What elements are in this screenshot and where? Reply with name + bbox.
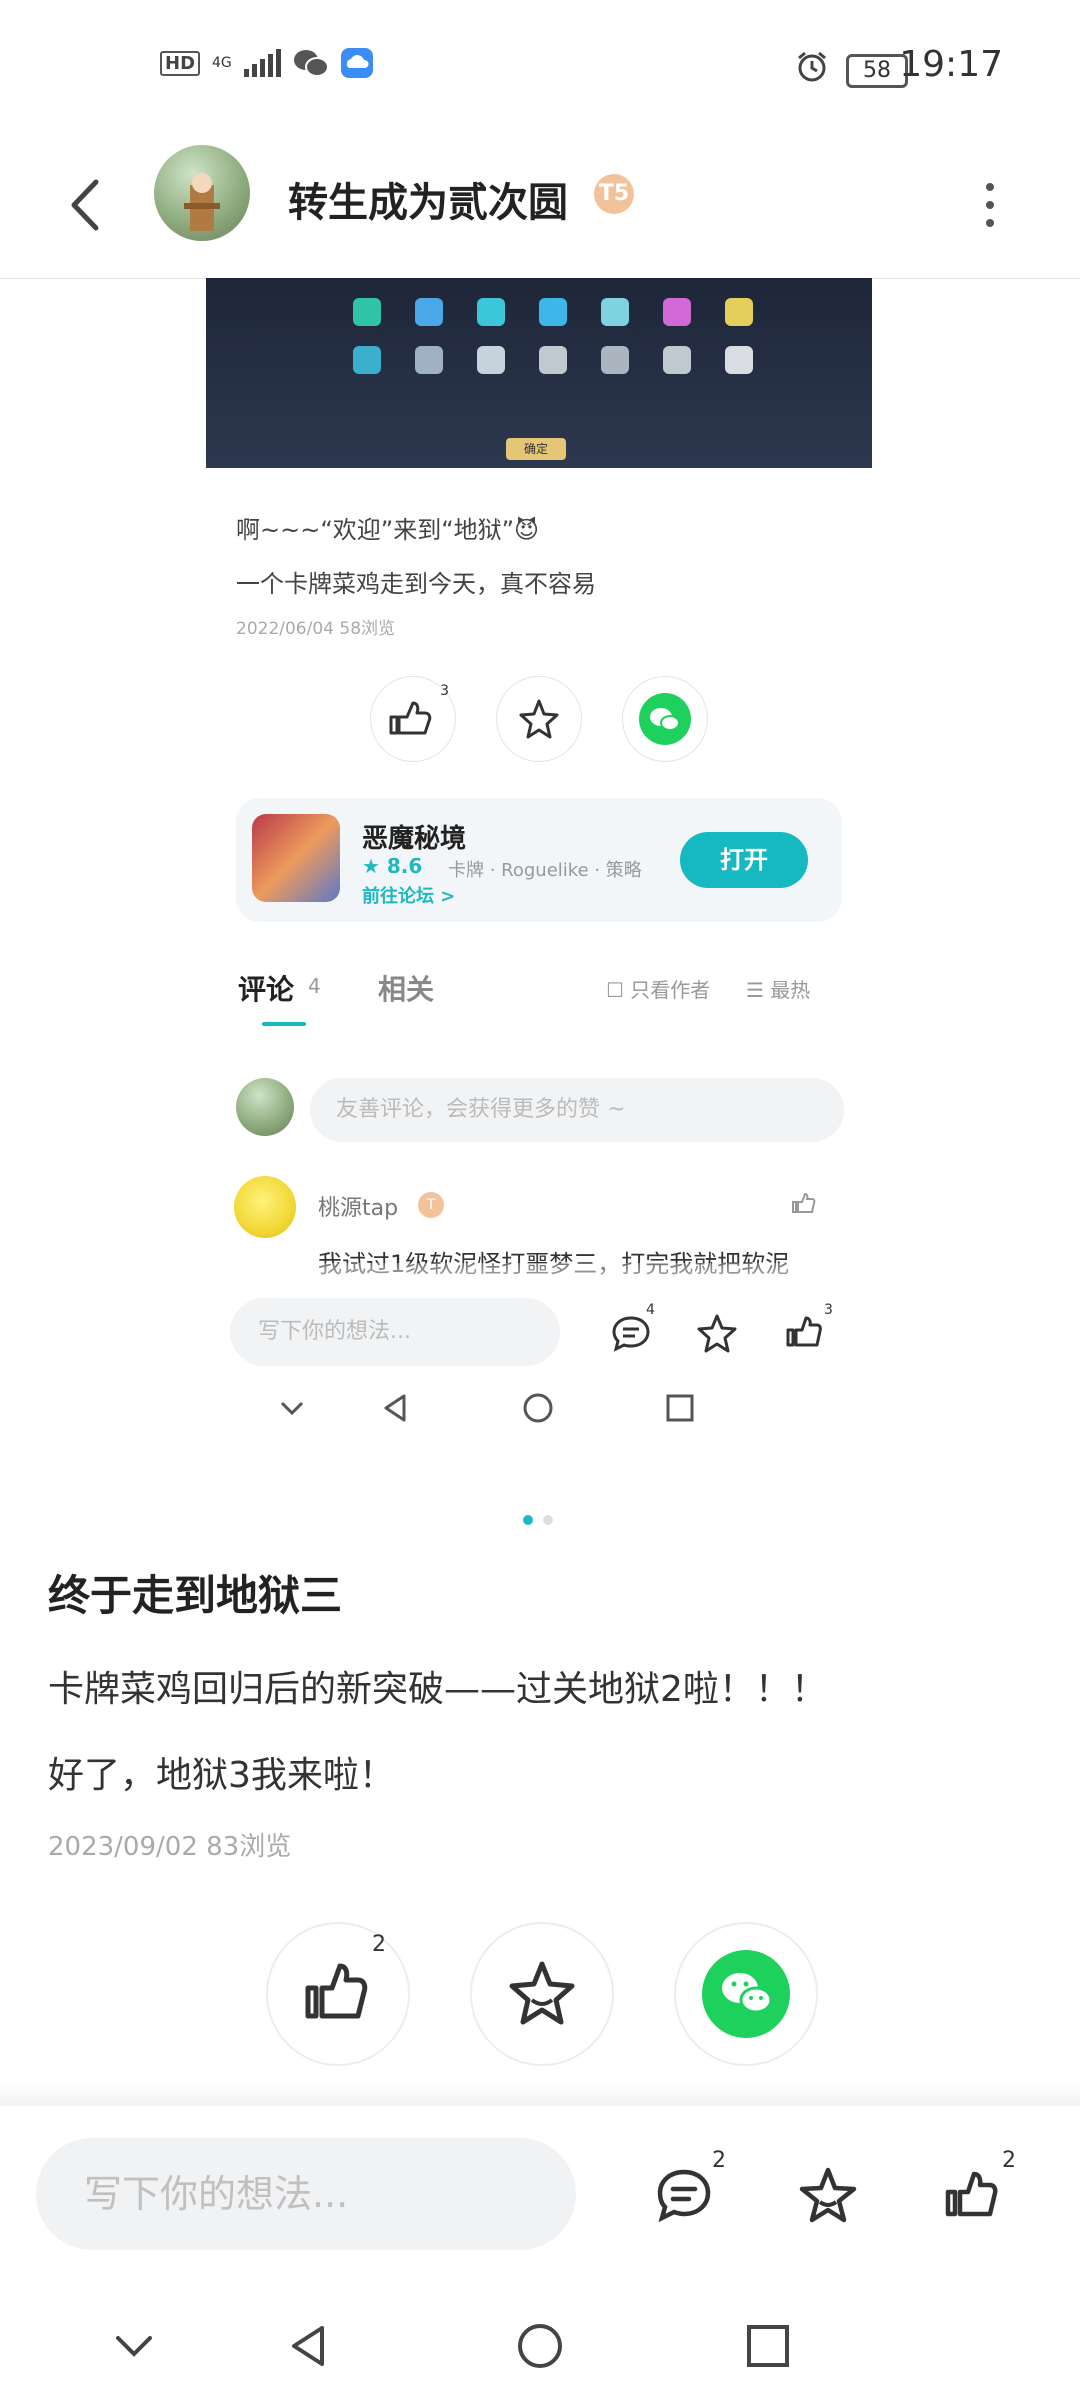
level-badge: T5: [594, 174, 634, 214]
tab-underline: [262, 1022, 306, 1026]
nav-back-icon: [384, 1394, 406, 1422]
app-card: 恶魔秘境 ★ 8.6 卡牌 · Roguelike · 策略 前往论坛 > 打开: [236, 798, 842, 922]
nav-recents-icon[interactable]: [738, 2316, 798, 2376]
nav-recents-icon: [666, 1394, 694, 1422]
app-forum-link: 前往论坛 >: [362, 886, 456, 907]
bottom-action-bar: 写下你的想法... 2 2: [0, 2106, 1080, 2400]
app-name: 恶魔秘境: [362, 824, 467, 854]
inner-share-wechat-button: [622, 676, 708, 762]
app-rating: ★ 8.6: [362, 854, 423, 878]
inner-post-text-1: 啊~~~“欢迎”来到“地狱”😈: [236, 516, 540, 544]
signal-icon: [243, 49, 281, 77]
tab-related: 相关: [378, 973, 435, 1006]
comment-input[interactable]: 写下你的想法...: [36, 2138, 576, 2250]
only-author-label: 只看作者: [630, 978, 711, 1002]
post-paragraph-2: 好了，地狱3我来啦！: [48, 1755, 395, 1796]
tab-comments-count: 4: [308, 974, 321, 998]
thumbs-up-icon: [786, 1316, 822, 1347]
commenter-name: 桃源tap: [318, 1196, 399, 1221]
back-arrow-icon[interactable]: [60, 170, 120, 240]
thumbs-up-icon[interactable]: [936, 2160, 1008, 2232]
status-bar: HD 4G 58 19:17: [0, 0, 1080, 130]
comment-count: 2: [712, 2148, 726, 2173]
inner-comment-count: 4: [646, 1302, 655, 1318]
author-name[interactable]: 转生成为贰次圆: [288, 170, 568, 228]
carousel-dot[interactable]: [543, 1515, 553, 1525]
inner-like-count-bottom: 3: [824, 1302, 833, 1318]
app-open-button: 打开: [680, 832, 808, 888]
network-type: 4G: [212, 55, 232, 71]
carousel-dot-active[interactable]: [523, 1515, 533, 1525]
nav-back-icon[interactable]: [280, 2316, 340, 2376]
post-header: 转生成为贰次圆 T5: [0, 130, 1080, 279]
inner-favorite-button: [496, 676, 582, 762]
comment-tabs: 评论 4 相关 ☐ 只看作者 ☰ 最热: [206, 958, 872, 1028]
nav-home-icon: [523, 1393, 553, 1423]
game-card-grid: [336, 298, 770, 374]
post-paragraph-1: 卡牌菜鸡回归后的新突破——过关地狱2啦！！！: [48, 1669, 827, 1710]
star-icon: [509, 1961, 575, 2025]
image-fade: [206, 1263, 872, 1298]
post-title: 终于走到地狱三: [48, 1571, 343, 1620]
star-icon: [519, 699, 559, 739]
only-author-toggle: ☐ 只看作者: [606, 978, 711, 1002]
sort-label: 最热: [770, 978, 811, 1002]
share-wechat-button[interactable]: [674, 1922, 818, 2066]
like-count: 2: [372, 1932, 386, 1957]
game-confirm-button: 确定: [506, 438, 566, 460]
sort-toggle: ☰ 最热: [746, 978, 811, 1002]
inner-post-meta: 2022/06/04 58浏览: [236, 619, 396, 639]
status-left-icons: HD 4G: [160, 48, 373, 78]
alarm-icon: [798, 51, 826, 82]
wechat-icon: [702, 1950, 790, 2038]
comment-like-icon: [792, 1192, 816, 1213]
commenter-badge: T: [418, 1192, 444, 1218]
cloud-icon: [340, 48, 373, 78]
inner-thought-input: 写下你的想法...: [230, 1298, 560, 1366]
wechat-icon: [639, 693, 691, 745]
inner-bottom-bar: 写下你的想法... 4 3: [206, 1298, 872, 1448]
comment-icon[interactable]: [648, 2160, 720, 2232]
inner-comment-input: 友善评论，会获得更多的赞 ~: [310, 1078, 844, 1142]
post-meta: 2023/09/02 83浏览: [48, 1832, 292, 1862]
bottom-shadow: [0, 2080, 1080, 2106]
hd-icon: HD: [160, 50, 201, 76]
tab-comments: 评论: [238, 973, 295, 1006]
star-icon: [697, 1314, 737, 1353]
wechat-icon: [293, 50, 329, 77]
author-avatar[interactable]: [154, 145, 250, 241]
like-button[interactable]: 2: [266, 1922, 410, 2066]
commenter-avatar: [234, 1176, 296, 1238]
clock: 19:17: [899, 44, 1003, 85]
thumbs-up-icon: [305, 1963, 368, 2019]
nav-hide-icon[interactable]: [104, 2316, 164, 2376]
like-count-bottom: 2: [1002, 2148, 1016, 2173]
app-icon: [252, 814, 340, 902]
app-tags: 卡牌 · Roguelike · 策略: [448, 860, 642, 881]
post-image[interactable]: 确定 啊~~~“欢迎”来到“地狱”😈 一个卡牌菜鸡走到今天，真不容易 2022/…: [206, 278, 872, 1423]
inner-like-count: 3: [440, 683, 449, 699]
nav-home-icon[interactable]: [510, 2316, 570, 2376]
more-options-icon[interactable]: [980, 175, 1000, 235]
inner-like-button: 3: [370, 676, 456, 762]
favorite-button[interactable]: [470, 1922, 614, 2066]
game-screenshot: 确定: [206, 278, 872, 468]
nav-down-icon: [280, 1401, 304, 1416]
inner-post-text-2: 一个卡牌菜鸡走到今天，真不容易: [236, 570, 596, 598]
my-avatar: [236, 1078, 294, 1136]
star-icon[interactable]: [792, 2160, 864, 2232]
